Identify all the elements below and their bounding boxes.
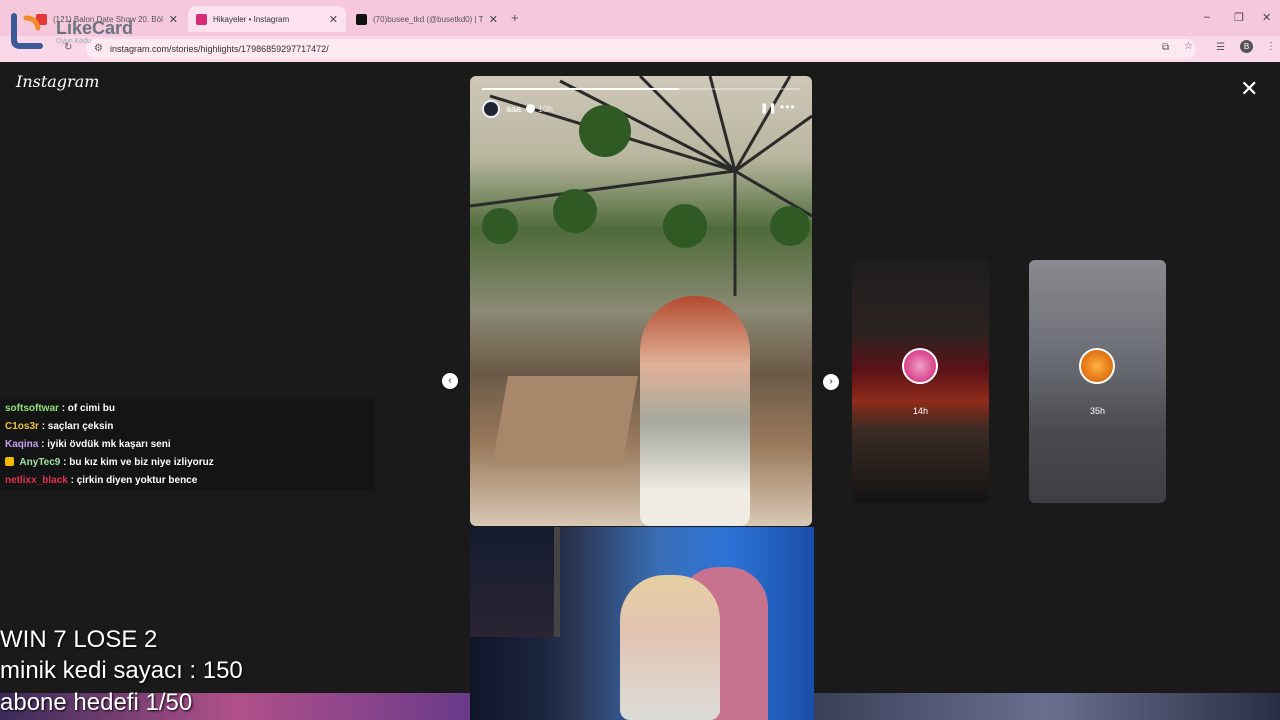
chat-message: AnyTec9 : bu kız kim ve biz niye izliyor… — [5, 457, 214, 468]
likecard-subtitle: Oyun Kodu — [56, 38, 92, 45]
new-tab-icon[interactable]: + — [511, 10, 519, 25]
browser-tab-instagram[interactable]: Hikayeler • Instagram ✕ — [188, 6, 346, 32]
kitten-counter: minik kedi sayacı : 150 — [0, 657, 243, 684]
bookmark-star-icon[interactable]: ☆ — [1184, 41, 1193, 52]
close-story-icon[interactable]: ✕ — [1240, 76, 1258, 102]
chat-message: softsoftwar : of cimi bu — [5, 403, 115, 414]
address-bar-row: ↻ instagram.com/stories/highlights/17986… — [0, 36, 1280, 62]
browser-menu-icon[interactable]: ⋮ — [1266, 41, 1276, 52]
story-progress-fill — [482, 88, 680, 90]
install-app-icon[interactable]: ⧉ — [1162, 42, 1169, 53]
chat-message: Kaqina : iyiki övdük mk kaşarı seni — [5, 439, 171, 450]
verified-badge-icon — [526, 104, 535, 113]
subscriber-badge-icon — [5, 457, 14, 466]
story-timestamp: 10h — [538, 104, 554, 114]
streamer-webcam — [470, 527, 814, 720]
chat-text: : saçları çeksin — [41, 421, 114, 432]
thumbnail-time: 35h — [1089, 406, 1106, 416]
profile-avatar[interactable]: B — [1240, 40, 1253, 53]
overlay-bottom-strip-right — [814, 693, 1280, 720]
chat-username: AnyTec9 — [19, 457, 61, 468]
stream-chat-overlay: softsoftwar : of cimi bu C1os3r : saçlar… — [0, 399, 375, 491]
extensions-icon[interactable]: ☰ — [1216, 42, 1225, 53]
story-thumbnail-1[interactable]: 14h — [852, 260, 989, 503]
browser-tab-bar: (121) Balon Date Show 20. Bölü ✕ Hikayel… — [0, 0, 1280, 36]
chat-message: C1os3r : saçları çeksin — [5, 421, 113, 432]
window-close-icon[interactable]: ✕ — [1262, 11, 1271, 24]
webcam-window — [470, 527, 560, 637]
chat-username: C1os3r — [5, 421, 39, 432]
chat-text: : of cimi bu — [61, 403, 116, 414]
likecard-overlay-logo: LikeCard Oyun Kodu — [6, 10, 136, 50]
minimize-icon[interactable]: – — [1204, 11, 1210, 23]
chat-text: : iyiki övdük mk kaşarı seni — [41, 439, 171, 450]
previous-story-button[interactable]: ‹ — [442, 373, 458, 389]
chat-text: : bu kız kim ve biz niye izliyoruz — [63, 457, 214, 468]
close-tab-icon[interactable]: ✕ — [489, 13, 498, 26]
chat-username: Kaqina — [5, 439, 39, 450]
tab-label: (70)busee_tkd (@busetkd0) | Ti — [373, 14, 483, 24]
story-viewer[interactable]: aaa 10h ❚❚ ••• — [470, 76, 812, 526]
browser-tab-tiktok[interactable]: (70)busee_tkd (@busetkd0) | Ti ✕ — [348, 6, 506, 32]
url-input[interactable]: instagram.com/stories/highlights/1798685… — [86, 39, 1196, 59]
thumbnail-avatar — [902, 348, 938, 384]
story-thumbnail-2[interactable]: 35h — [1029, 260, 1166, 503]
instagram-logo[interactable]: Instagram — [16, 72, 99, 91]
story-username[interactable]: aaa — [506, 104, 521, 114]
chat-username: softsoftwar — [5, 403, 59, 414]
story-photo-person — [640, 296, 750, 526]
story-user-avatar[interactable] — [482, 100, 500, 118]
thumbnail-time: 14h — [912, 406, 929, 416]
story-progress-bar — [482, 88, 800, 90]
webcam-streamer — [620, 575, 720, 720]
chat-message: netlixx_black : çirkin diyen yoktur benc… — [5, 475, 197, 486]
pause-icon[interactable]: ❚❚ — [760, 103, 777, 114]
chat-text: : çirkin diyen yoktur bence — [70, 475, 198, 486]
tab-label: Hikayeler • Instagram — [213, 14, 290, 24]
close-tab-icon[interactable]: ✕ — [329, 13, 338, 26]
next-story-button[interactable]: › — [823, 374, 839, 390]
story-photo-table — [492, 376, 638, 466]
instagram-favicon-icon — [196, 13, 207, 25]
likecard-name: LikeCard — [56, 18, 134, 38]
chat-username: netlixx_black — [5, 475, 68, 486]
more-options-icon[interactable]: ••• — [780, 100, 796, 114]
close-tab-icon[interactable]: ✕ — [169, 13, 178, 26]
win-lose-counter: WIN 7 LOSE 2 — [0, 626, 158, 653]
thumbnail-avatar — [1079, 348, 1115, 384]
maximize-icon[interactable]: ❐ — [1234, 11, 1244, 24]
subscriber-goal: abone hedefi 1/50 — [0, 689, 193, 716]
likecard-logo-icon — [11, 13, 43, 49]
tiktok-favicon-icon — [356, 13, 367, 25]
